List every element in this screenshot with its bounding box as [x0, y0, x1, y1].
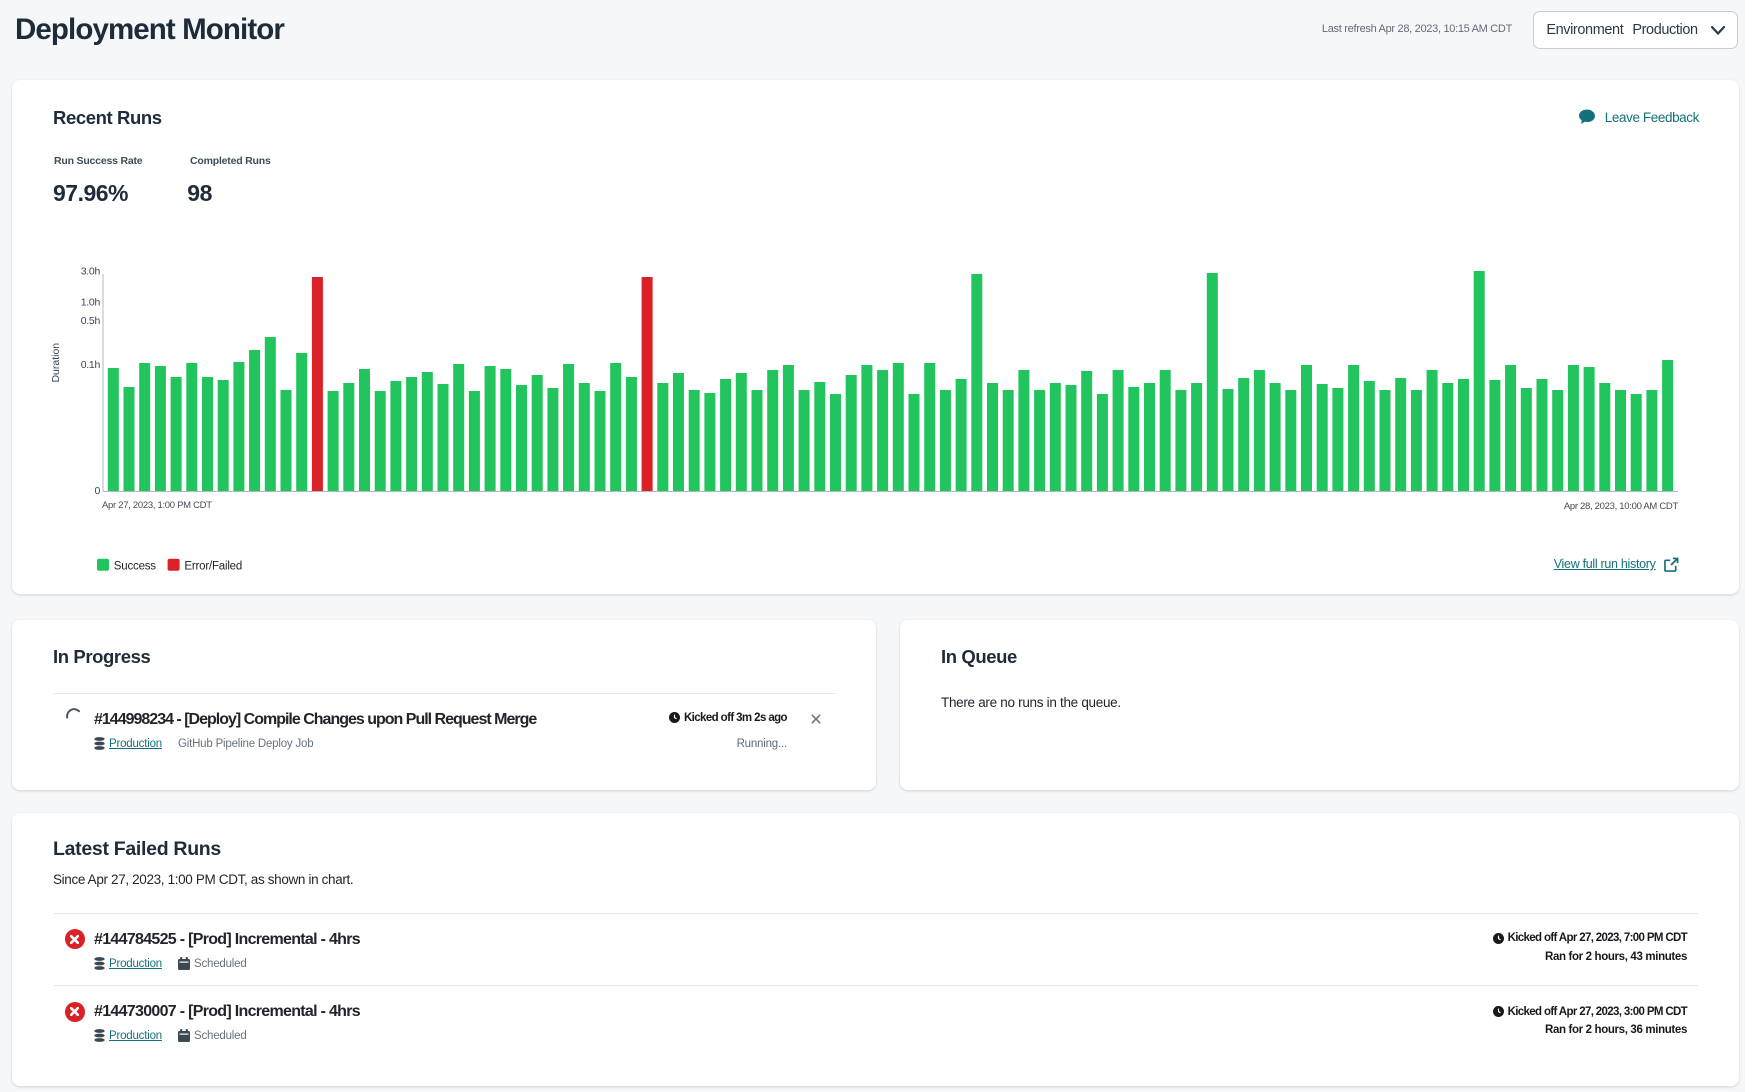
svg-text:Duration: Duration [50, 343, 62, 383]
svg-text:3.0h: 3.0h [81, 266, 101, 278]
svg-text:0.1h: 0.1h [81, 359, 101, 371]
svg-text:Apr 27, 2023, 1:00 PM CDT: Apr 27, 2023, 1:00 PM CDT [102, 500, 212, 511]
svg-text:1.0h: 1.0h [81, 297, 101, 309]
svg-text:0: 0 [94, 485, 100, 497]
svg-text:Error/Failed: Error/Failed [184, 561, 242, 573]
svg-text:Apr 28, 2023, 10:00 AM CDT: Apr 28, 2023, 10:00 AM CDT [1564, 501, 1679, 512]
svg-text:Success: Success [114, 561, 157, 573]
svg-text:0.5h: 0.5h [81, 315, 101, 327]
